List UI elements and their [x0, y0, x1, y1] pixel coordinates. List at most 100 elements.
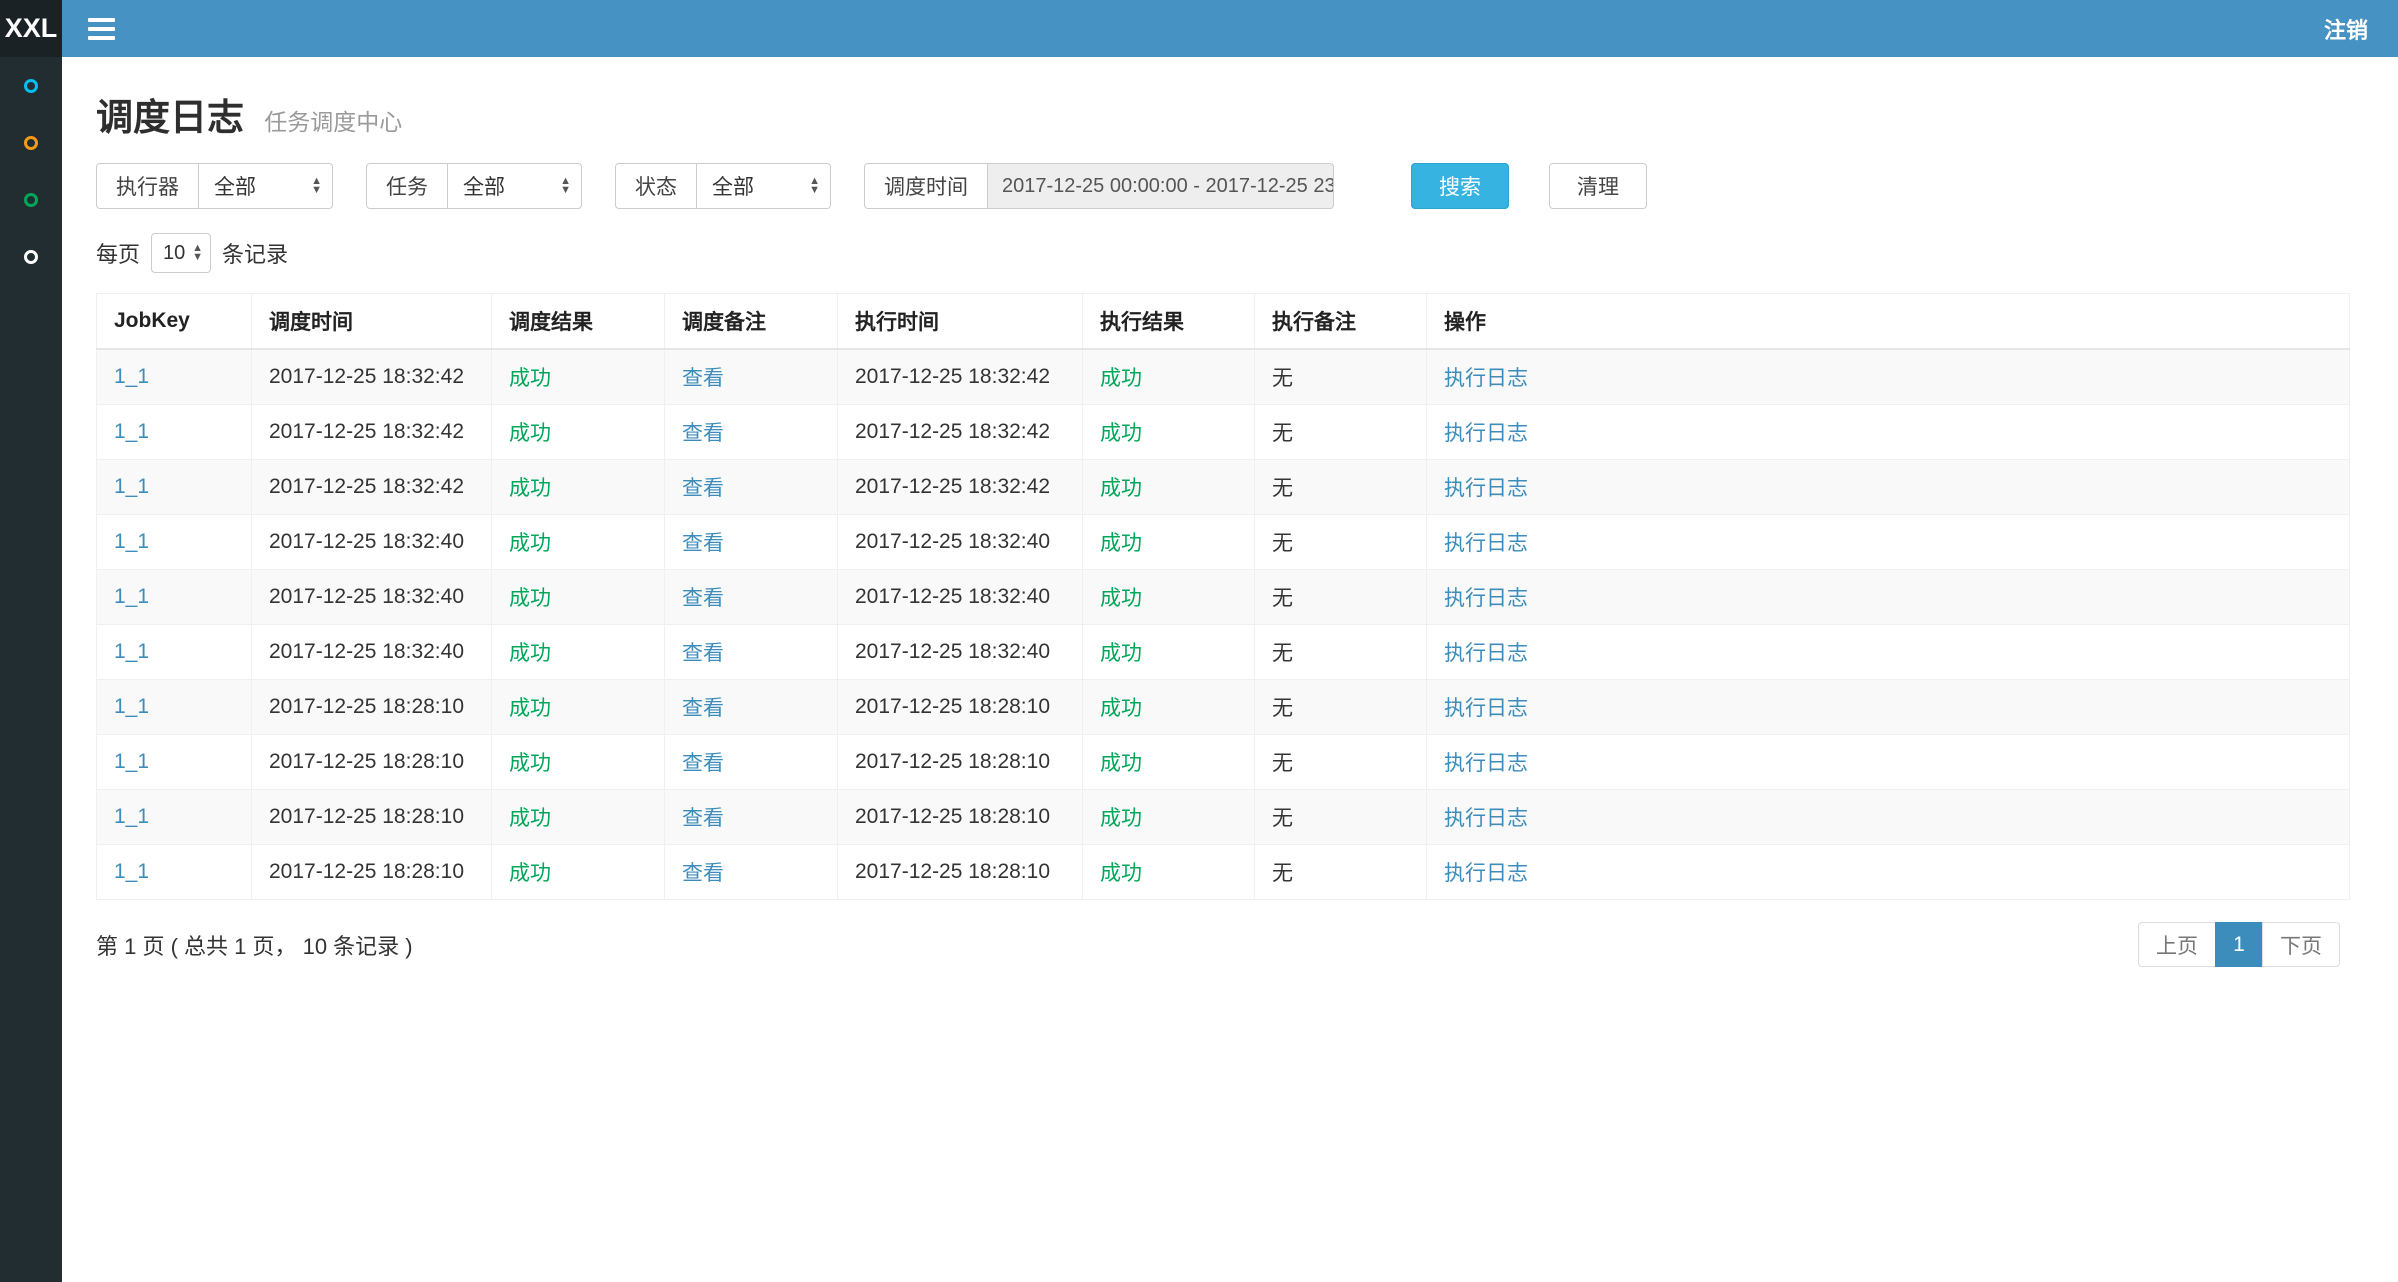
- column-header: 执行结果: [1083, 294, 1255, 350]
- table-row: 1_12017-12-25 18:32:42成功查看2017-12-25 18:…: [97, 349, 2350, 405]
- execute-log-link[interactable]: 执行日志: [1444, 532, 1528, 555]
- execute-log-link-cell: 执行日志: [1427, 625, 2350, 680]
- execute-log-link[interactable]: 执行日志: [1444, 752, 1528, 775]
- jobkey-link[interactable]: 1_1: [114, 420, 149, 443]
- trigger-msg-link[interactable]: 查看: [682, 697, 724, 720]
- jobkey-link[interactable]: 1_1: [114, 475, 149, 498]
- handle-time-cell: 2017-12-25 18:32:42: [838, 405, 1083, 460]
- sidebar-toggle-icon[interactable]: [88, 18, 115, 40]
- column-header: 调度结果: [492, 294, 665, 350]
- trigger-msg-link[interactable]: 查看: [682, 807, 724, 830]
- trigger-result-cell: 成功: [492, 405, 665, 460]
- trigger-msg-link[interactable]: 查看: [682, 752, 724, 775]
- jobkey-link[interactable]: 1_1: [114, 750, 149, 773]
- jobkey-link-cell: 1_1: [97, 735, 252, 790]
- trigger-result: 成功: [509, 752, 551, 775]
- execute-log-link[interactable]: 执行日志: [1444, 477, 1528, 500]
- select-arrows-icon: ▲▼: [560, 177, 571, 195]
- trigger-msg-link-cell: 查看: [665, 625, 838, 680]
- log-table-head: JobKey调度时间调度结果调度备注执行时间执行结果执行备注操作: [97, 294, 2350, 350]
- jobkey-link[interactable]: 1_1: [114, 860, 149, 883]
- trigger-time-cell: 2017-12-25 18:32:42: [252, 405, 492, 460]
- prev-page-button[interactable]: 上页: [2138, 922, 2216, 967]
- jobkey-link-cell: 1_1: [97, 349, 252, 405]
- logout-link[interactable]: 注销: [2324, 13, 2368, 45]
- trigger-time-filter-group: 调度时间 2017-12-25 00:00:00 - 2017-12-25 23…: [864, 163, 1334, 209]
- handle-msg: 无: [1272, 752, 1293, 775]
- trigger-time-range-input[interactable]: 2017-12-25 00:00:00 - 2017-12-25 23:59:5…: [988, 163, 1334, 209]
- search-button[interactable]: 搜索: [1411, 163, 1509, 209]
- sidebar-item-4[interactable]: [0, 228, 62, 285]
- page-size-select[interactable]: 10 ▲▼: [151, 233, 211, 273]
- handle-result-cell: 成功: [1083, 349, 1255, 405]
- execute-log-link[interactable]: 执行日志: [1444, 807, 1528, 830]
- trigger-msg-link[interactable]: 查看: [682, 422, 724, 445]
- trigger-time: 2017-12-25 18:28:10: [269, 805, 464, 828]
- jobkey-link-cell: 1_1: [97, 460, 252, 515]
- table-header-row: JobKey调度时间调度结果调度备注执行时间执行结果执行备注操作: [97, 294, 2350, 350]
- page-size-value: 10: [163, 242, 185, 265]
- execute-log-link[interactable]: 执行日志: [1444, 422, 1528, 445]
- trigger-msg-link[interactable]: 查看: [682, 477, 724, 500]
- column-header: JobKey: [97, 294, 252, 350]
- execute-log-link[interactable]: 执行日志: [1444, 642, 1528, 665]
- jobkey-link[interactable]: 1_1: [114, 695, 149, 718]
- handle-time: 2017-12-25 18:32:42: [855, 365, 1050, 388]
- trigger-time: 2017-12-25 18:32:42: [269, 475, 464, 498]
- trigger-msg-link[interactable]: 查看: [682, 367, 724, 390]
- executor-filter-label: 执行器: [96, 163, 199, 209]
- jobkey-link[interactable]: 1_1: [114, 640, 149, 663]
- execute-log-link-cell: 执行日志: [1427, 735, 2350, 790]
- handle-msg-cell: 无: [1255, 735, 1427, 790]
- table-row: 1_12017-12-25 18:32:40成功查看2017-12-25 18:…: [97, 570, 2350, 625]
- app-logo[interactable]: XXL: [0, 0, 62, 57]
- handle-time: 2017-12-25 18:32:40: [855, 585, 1050, 608]
- handle-time: 2017-12-25 18:32:40: [855, 640, 1050, 663]
- trigger-msg-link-cell: 查看: [665, 845, 838, 900]
- executor-select[interactable]: 全部 ▲▼: [199, 163, 333, 209]
- trigger-time: 2017-12-25 18:28:10: [269, 695, 464, 718]
- trigger-result: 成功: [509, 422, 551, 445]
- execute-log-link[interactable]: 执行日志: [1444, 587, 1528, 610]
- handle-result-cell: 成功: [1083, 680, 1255, 735]
- trigger-msg-link[interactable]: 查看: [682, 642, 724, 665]
- trigger-result-cell: 成功: [492, 460, 665, 515]
- job-filter-group: 任务 全部 ▲▼: [366, 163, 582, 209]
- jobkey-link[interactable]: 1_1: [114, 365, 149, 388]
- handle-result-cell: 成功: [1083, 405, 1255, 460]
- handle-result: 成功: [1100, 367, 1142, 390]
- executor-select-value: 全部: [214, 171, 256, 201]
- execute-log-link-cell: 执行日志: [1427, 405, 2350, 460]
- execute-log-link-cell: 执行日志: [1427, 790, 2350, 845]
- clear-button[interactable]: 清理: [1549, 163, 1647, 209]
- next-page-button[interactable]: 下页: [2262, 922, 2340, 967]
- execute-log-link[interactable]: 执行日志: [1444, 367, 1528, 390]
- job-select[interactable]: 全部 ▲▼: [448, 163, 582, 209]
- column-header: 执行时间: [838, 294, 1083, 350]
- pagination-info: 第 1 页 ( 总共 1 页， 10 条记录 ): [96, 929, 413, 961]
- execute-log-link[interactable]: 执行日志: [1444, 697, 1528, 720]
- status-select[interactable]: 全部 ▲▼: [697, 163, 831, 209]
- select-arrows-icon: ▲▼: [311, 177, 322, 195]
- handle-result: 成功: [1100, 532, 1142, 555]
- handle-time-cell: 2017-12-25 18:28:10: [838, 680, 1083, 735]
- jobkey-link[interactable]: 1_1: [114, 585, 149, 608]
- trigger-msg-link[interactable]: 查看: [682, 862, 724, 885]
- trigger-msg-link[interactable]: 查看: [682, 532, 724, 555]
- trigger-result: 成功: [509, 807, 551, 830]
- trigger-msg-link[interactable]: 查看: [682, 587, 724, 610]
- current-page-button[interactable]: 1: [2215, 922, 2263, 967]
- execute-log-link[interactable]: 执行日志: [1444, 862, 1528, 885]
- sidebar-item-1[interactable]: [0, 57, 62, 114]
- handle-time: 2017-12-25 18:28:10: [855, 805, 1050, 828]
- execute-log-link-cell: 执行日志: [1427, 349, 2350, 405]
- hamburger-bar: [88, 36, 115, 40]
- jobkey-link[interactable]: 1_1: [114, 805, 149, 828]
- trigger-result-cell: 成功: [492, 570, 665, 625]
- handle-msg: 无: [1272, 807, 1293, 830]
- jobkey-link[interactable]: 1_1: [114, 530, 149, 553]
- jobkey-link-cell: 1_1: [97, 570, 252, 625]
- sidebar-item-3[interactable]: [0, 171, 62, 228]
- sidebar-item-2[interactable]: [0, 114, 62, 171]
- handle-time-cell: 2017-12-25 18:32:42: [838, 460, 1083, 515]
